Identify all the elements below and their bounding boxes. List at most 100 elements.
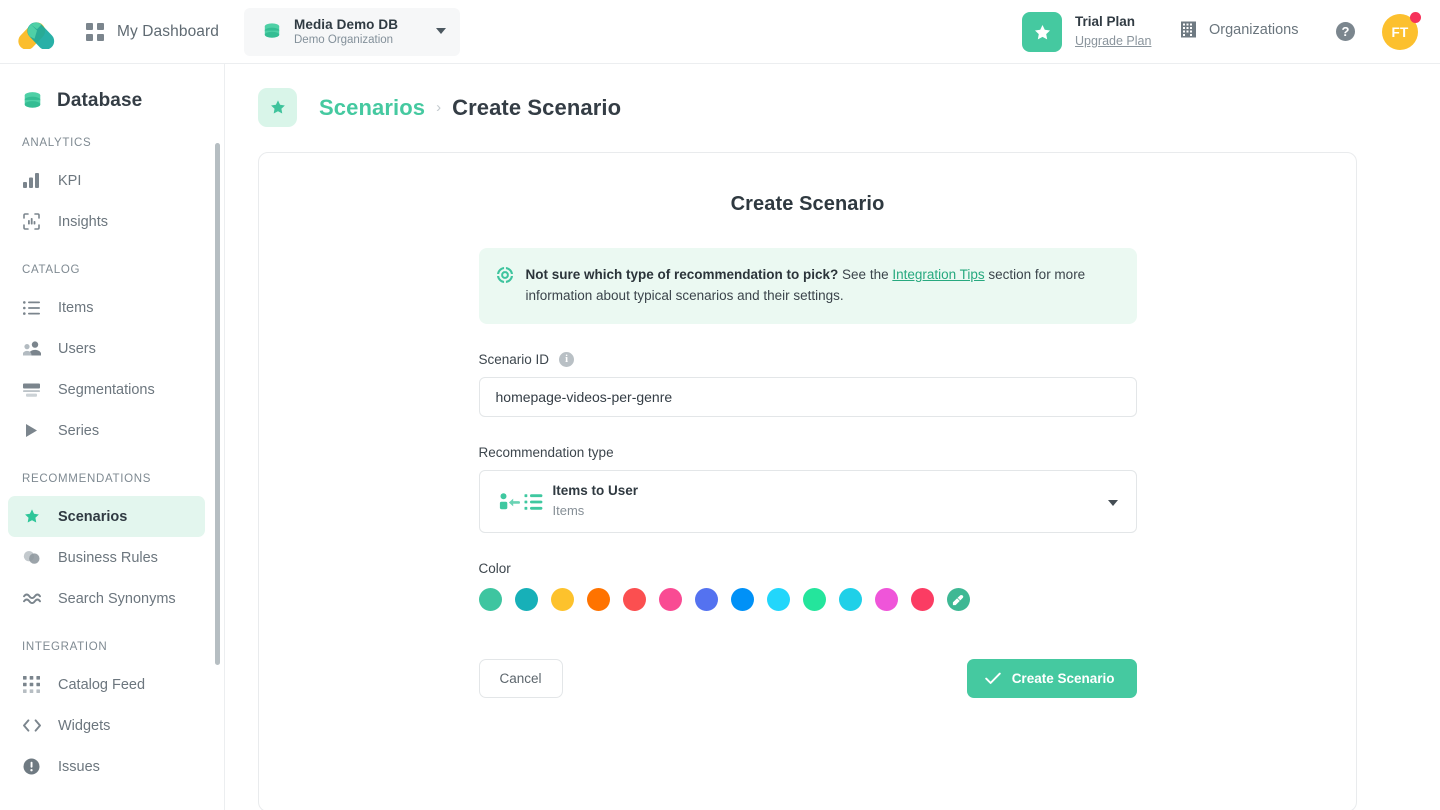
color-swatch[interactable] [838, 588, 862, 612]
color-swatch[interactable] [910, 588, 934, 612]
cancel-button[interactable]: Cancel [478, 659, 563, 699]
color-swatch[interactable] [802, 588, 826, 612]
database-icon [264, 23, 280, 38]
items-to-user-icon [499, 492, 543, 512]
grid-icon [86, 22, 104, 41]
building-icon [1181, 21, 1196, 38]
color-swatch[interactable] [586, 588, 610, 612]
sidebar: Database ANALYTICS KPI Insights CATALOG … [0, 64, 225, 810]
tip-bold-text: Not sure which type of recommendation to… [525, 267, 839, 282]
sidebar-item-insights[interactable]: Insights [8, 201, 205, 242]
color-label: Color [478, 561, 511, 577]
play-icon [22, 421, 41, 440]
integration-tip-text: Not sure which type of recommendation to… [526, 265, 1119, 306]
sidebar-section-recommendations: RECOMMENDATIONS [22, 473, 152, 485]
sidebar-item-issues[interactable]: Issues [8, 746, 205, 787]
sidebar-item-label: Segmentations [58, 381, 155, 398]
sidebar-item-items[interactable]: Items [8, 287, 205, 328]
app-logo[interactable] [0, 0, 74, 64]
sidebar-item-catalog-feed[interactable]: Catalog Feed [8, 664, 205, 705]
organization-subtitle: Demo Organization [294, 34, 394, 47]
sidebar-item-widgets[interactable]: Widgets [8, 705, 205, 746]
color-swatch[interactable] [478, 588, 502, 612]
help-icon[interactable]: ? [1336, 22, 1355, 41]
color-swatch-list [478, 588, 1137, 612]
segmentations-icon [22, 380, 41, 399]
users-icon [22, 339, 41, 358]
color-swatch[interactable] [730, 588, 754, 612]
sidebar-item-scenarios[interactable]: Scenarios [8, 496, 205, 537]
sidebar-section-analytics: ANALYTICS [22, 137, 92, 149]
create-scenario-label: Create Scenario [1011, 671, 1115, 687]
upgrade-plan-link[interactable]: Upgrade Plan [1075, 34, 1151, 49]
eyedropper-icon [952, 594, 964, 605]
sidebar-item-search-synonyms[interactable]: Search Synonyms [8, 578, 205, 619]
color-swatch[interactable] [514, 588, 538, 612]
user-avatar-wrap[interactable]: FT [1382, 12, 1421, 50]
color-swatch[interactable] [622, 588, 646, 612]
star-icon [1034, 24, 1050, 39]
sidebar-item-label: Issues [58, 758, 100, 775]
code-icon [22, 716, 41, 735]
organizations-nav[interactable]: Organizations [1180, 21, 1298, 38]
custom-color-picker[interactable] [946, 588, 970, 612]
breadcrumb-separator: › [436, 99, 442, 116]
scenario-id-label-row: Scenario ID i [478, 352, 1137, 368]
form-actions: Cancel Create Scenario [478, 659, 1137, 699]
breadcrumb-current: Create Scenario [452, 94, 622, 120]
sidebar-item-kpi[interactable]: KPI [8, 160, 205, 201]
sidebar-database-header[interactable]: Database [0, 64, 224, 112]
sidebar-section-catalog: CATALOG [22, 264, 81, 276]
create-scenario-card: Create Scenario Not sure which type of r… [258, 152, 1357, 810]
lifebuoy-icon [495, 266, 514, 288]
sidebar-item-segmentations[interactable]: Segmentations [8, 369, 205, 410]
dots-grid-icon [22, 675, 41, 694]
info-icon[interactable]: i [559, 352, 575, 368]
sidebar-database-label: Database [57, 90, 143, 111]
business-rules-icon [22, 548, 41, 567]
organization-name: Media Demo DB [294, 16, 399, 32]
chevron-down-icon [1107, 500, 1118, 507]
integration-tip-banner: Not sure which type of recommendation to… [478, 248, 1137, 325]
star-icon [270, 100, 285, 114]
recommendation-type-title: Items to User [552, 483, 639, 499]
trial-plan-text: Trial Plan Upgrade Plan [1075, 14, 1151, 49]
recommendation-type-value: Items to User Items [553, 483, 639, 519]
color-swatch[interactable] [694, 588, 718, 612]
insights-icon [22, 212, 41, 231]
recommendation-type-select[interactable]: Items to User Items [478, 470, 1137, 534]
plan-star-badge[interactable] [1022, 12, 1062, 52]
integration-tips-link[interactable]: Integration Tips [892, 267, 984, 282]
sidebar-item-label: Search Synonyms [58, 590, 176, 607]
alert-icon [22, 757, 41, 776]
color-swatch[interactable] [658, 588, 682, 612]
breadcrumb: Scenarios › Create Scenario [225, 64, 1440, 127]
sidebar-item-label: Business Rules [58, 549, 158, 566]
page-title: Create Scenario [730, 193, 885, 215]
color-swatch[interactable] [550, 588, 574, 612]
create-scenario-button[interactable]: Create Scenario [966, 659, 1137, 699]
my-dashboard-nav[interactable]: My Dashboard [86, 22, 219, 41]
star-icon [22, 507, 41, 526]
scenario-id-input[interactable] [478, 377, 1137, 418]
sidebar-scrollbar[interactable] [215, 143, 220, 665]
scenario-id-label: Scenario ID [478, 352, 550, 368]
organizations-label: Organizations [1209, 21, 1299, 38]
organization-text: Media Demo DB Demo Organization [294, 17, 398, 48]
sidebar-item-users[interactable]: Users [8, 328, 205, 369]
breadcrumb-star-badge [258, 88, 297, 127]
breadcrumb-link-scenarios[interactable]: Scenarios [319, 95, 425, 121]
sidebar-item-label: Series [58, 422, 100, 439]
sidebar-item-business-rules[interactable]: Business Rules [8, 537, 205, 578]
organization-selector[interactable]: Media Demo DB Demo Organization [244, 8, 460, 56]
color-swatch[interactable] [766, 588, 790, 612]
sidebar-item-series[interactable]: Series [8, 410, 205, 451]
recommendation-type-label: Recommendation type [478, 445, 614, 461]
sidebar-item-label: KPI [58, 172, 82, 189]
create-scenario-form: Not sure which type of recommendation to… [478, 216, 1137, 699]
trial-plan-title: Trial Plan [1075, 14, 1136, 30]
main-content: Scenarios › Create Scenario Create Scena… [225, 64, 1440, 810]
color-swatch[interactable] [874, 588, 898, 612]
sidebar-item-label: Catalog Feed [58, 676, 146, 693]
sidebar-item-label: Widgets [58, 717, 111, 734]
